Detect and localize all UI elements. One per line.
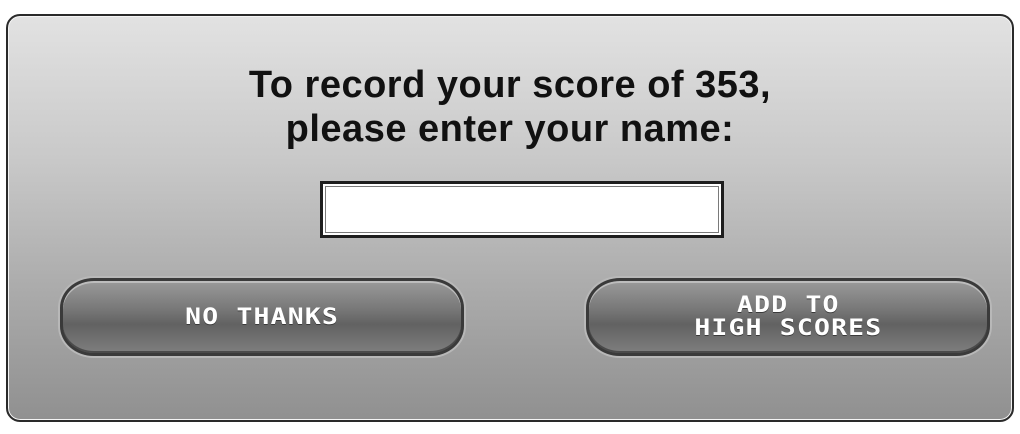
player-name-input[interactable] bbox=[320, 181, 724, 238]
add-label-line-1: ADD TO bbox=[736, 293, 840, 318]
no-thanks-label: NO THANKS bbox=[185, 304, 339, 330]
add-label-line-2: HIGH SCORES bbox=[693, 316, 883, 341]
prompt-line-2: please enter your name: bbox=[285, 108, 735, 150]
add-to-high-scores-button[interactable]: ADD TO HIGH SCORES bbox=[586, 278, 990, 356]
no-thanks-button[interactable]: NO THANKS bbox=[60, 278, 464, 356]
score-prompt: To record your score of 353, please ente… bbox=[8, 63, 1012, 151]
add-to-high-scores-label: ADD TO HIGH SCORES bbox=[694, 294, 882, 340]
prompt-line-1: To record your score of 353, bbox=[248, 64, 772, 106]
